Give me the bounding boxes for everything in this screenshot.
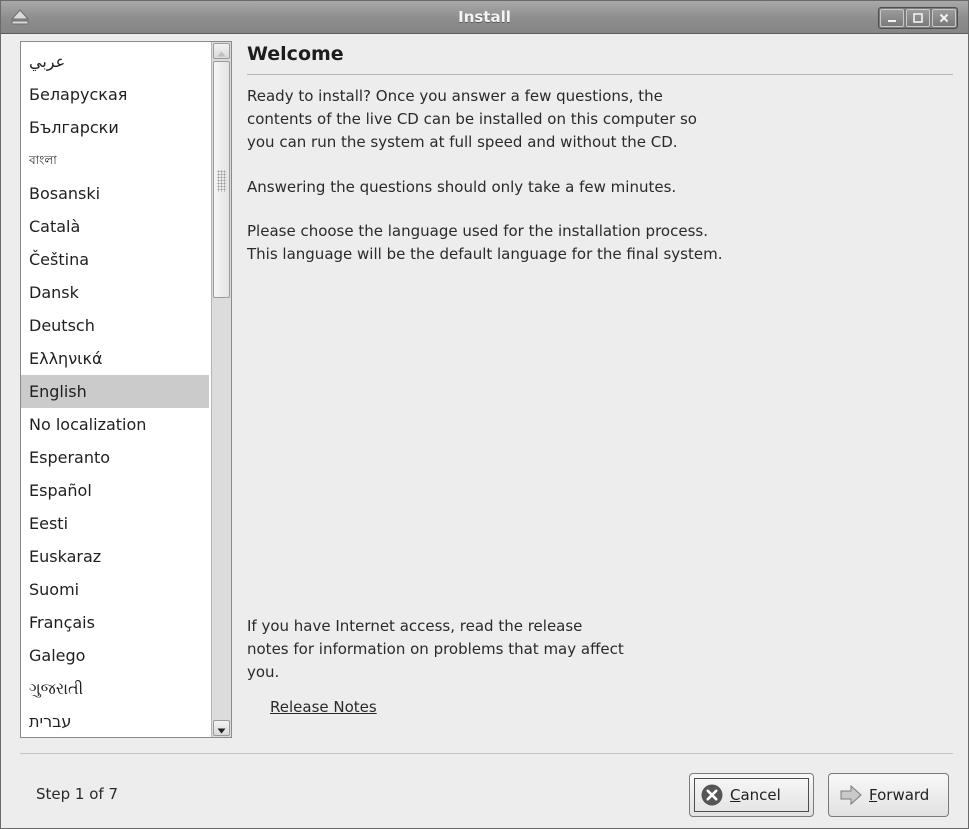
language-list-item[interactable]: বাংলা (21, 144, 209, 177)
forward-arrow-icon (839, 783, 863, 807)
scroll-down-button[interactable] (213, 720, 230, 736)
language-list-item[interactable]: Ελληνικά (21, 342, 209, 375)
cancel-label: Cancel (730, 786, 781, 804)
language-list-item[interactable]: Čeština (21, 243, 209, 276)
language-list[interactable]: عربي Беларуская Български বাংলা Bosanski Cata… (20, 41, 232, 738)
close-button[interactable] (932, 9, 956, 27)
release-line-1: If you have Internet access, read the re… (247, 617, 583, 635)
language-list-item[interactable]: Deutsch (21, 309, 209, 342)
forward-label: Forward (869, 786, 930, 804)
forward-button[interactable]: Forward (828, 773, 949, 817)
instruction-line-1: Please choose the language used for the … (247, 222, 708, 240)
language-list-item[interactable]: No localization (21, 408, 209, 441)
language-list-item[interactable]: Català (21, 210, 209, 243)
install-window: Install عربي Беларуская Български বাংলা Bosa… (0, 0, 969, 829)
page-title: Welcome (247, 43, 344, 65)
language-list-item[interactable]: English (21, 375, 209, 408)
language-list-item[interactable]: Български (21, 111, 209, 144)
intro-line-2: contents of the live CD can be installed… (247, 110, 697, 128)
cancel-icon (700, 783, 724, 807)
language-list-item[interactable]: عربي (21, 45, 209, 78)
window-title: Install (458, 8, 511, 26)
minimize-icon (886, 12, 898, 24)
maximize-icon (912, 12, 924, 24)
time-paragraph: Answering the questions should only take… (247, 178, 677, 196)
step-indicator: Step 1 of 7 (36, 785, 119, 803)
release-notes-paragraph: If you have Internet access, read the re… (247, 615, 687, 684)
intro-paragraph: Ready to install? Once you answer a few … (247, 85, 807, 154)
language-list-item[interactable]: Français (21, 606, 209, 639)
welcome-panel: Welcome (247, 41, 953, 71)
language-list-item[interactable]: Español (21, 474, 209, 507)
language-list-item[interactable]: עברית (21, 705, 209, 737)
heading-divider (247, 74, 953, 75)
intro-line-3: you can run the system at full speed and… (247, 133, 678, 151)
language-list-item[interactable]: Galego (21, 639, 209, 672)
language-list-item[interactable]: Esperanto (21, 441, 209, 474)
language-list-item[interactable]: Беларуская (21, 78, 209, 111)
language-list-item[interactable]: Suomi (21, 573, 209, 606)
release-line-2: notes for information on problems that m… (247, 640, 624, 658)
scroll-thumb[interactable] (213, 61, 230, 298)
maximize-button[interactable] (906, 9, 930, 27)
language-list-item[interactable]: Euskaraz (21, 540, 209, 573)
language-list-item[interactable]: Bosanski (21, 177, 209, 210)
release-notes-link[interactable]: Release Notes (270, 698, 377, 716)
title-bar[interactable]: Install (1, 1, 968, 34)
instruction-line-2: This language will be the default langua… (247, 245, 723, 263)
footer-divider (20, 753, 953, 754)
scroll-up-button[interactable] (213, 43, 230, 59)
language-list-item[interactable]: Eesti (21, 507, 209, 540)
release-line-3: you. (247, 663, 280, 681)
close-icon (938, 12, 950, 24)
cancel-button[interactable]: Cancel (689, 773, 814, 817)
scroll-grip (217, 170, 226, 192)
language-list-scrollbar[interactable] (211, 42, 231, 737)
arrow-up-icon (217, 42, 226, 61)
language-instruction-paragraph: Please choose the language used for the … (247, 220, 807, 266)
window-controls (878, 7, 958, 29)
intro-line-1: Ready to install? Once you answer a few … (247, 87, 663, 105)
language-list-item[interactable]: Dansk (21, 276, 209, 309)
language-list-item[interactable]: ગુજરાતી (21, 672, 209, 705)
arrow-down-icon (217, 719, 226, 738)
minimize-button[interactable] (880, 9, 904, 27)
language-list-items: عربي Беларуская Български বাংলা Bosanski Cata… (21, 42, 209, 737)
